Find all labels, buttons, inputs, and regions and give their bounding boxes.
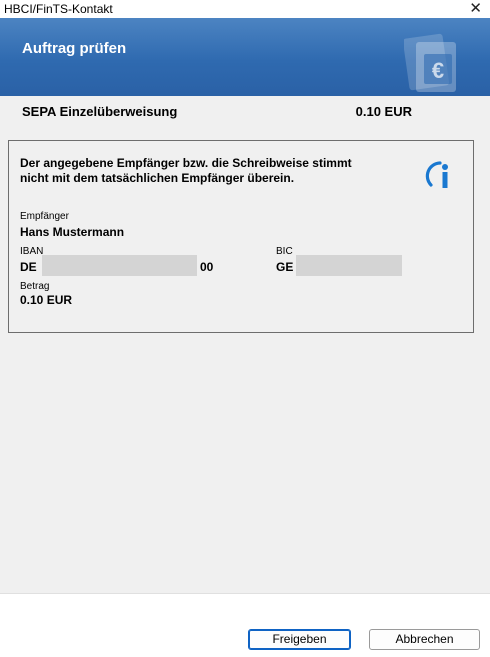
- amount-label: Betrag: [20, 281, 50, 292]
- iban-redacted: [42, 255, 197, 276]
- recipient-value: Hans Mustermann: [20, 225, 125, 239]
- mismatch-message-line1: Der angegebene Empfänger bzw. die Schrei…: [20, 156, 352, 170]
- page-title: Auftrag prüfen: [22, 40, 127, 57]
- info-icon: [425, 161, 448, 188]
- button-bar: Freigeben Abbrechen: [0, 593, 490, 657]
- mismatch-message-line2: nicht mit dem tatsächlichen Empfänger üb…: [20, 171, 295, 185]
- euro-document-icon: €: [404, 33, 456, 92]
- svg-text:€: €: [432, 58, 444, 83]
- bic-label: BIC: [276, 246, 293, 257]
- title-bar: HBCI/FinTS-Kontakt ✕: [0, 0, 490, 18]
- recipient-check-panel: Der angegebene Empfänger bzw. die Schrei…: [8, 140, 474, 333]
- cancel-button[interactable]: Abbrechen: [369, 629, 480, 650]
- recipient-label: Empfänger: [20, 211, 69, 222]
- order-summary: SEPA Einzelüberweisung 0.10 EUR: [0, 96, 490, 126]
- window-title: HBCI/FinTS-Kontakt: [4, 2, 113, 16]
- iban-label: IBAN: [20, 246, 44, 257]
- amount-value: 0.10 EUR: [20, 293, 73, 307]
- iban-prefix: DE: [20, 260, 37, 274]
- mismatch-message: Der angegebene Empfänger bzw. die Schrei…: [20, 156, 410, 186]
- bic-prefix: GE: [276, 260, 294, 274]
- iban-suffix: 00: [200, 260, 214, 274]
- release-button[interactable]: Freigeben: [248, 629, 351, 650]
- bic-redacted: [296, 255, 402, 276]
- close-icon[interactable]: ✕: [469, 0, 482, 18]
- order-amount: 0.10 EUR: [355, 104, 412, 119]
- order-type: SEPA Einzelüberweisung: [22, 104, 178, 119]
- header-banner: Auftrag prüfen €: [0, 18, 490, 96]
